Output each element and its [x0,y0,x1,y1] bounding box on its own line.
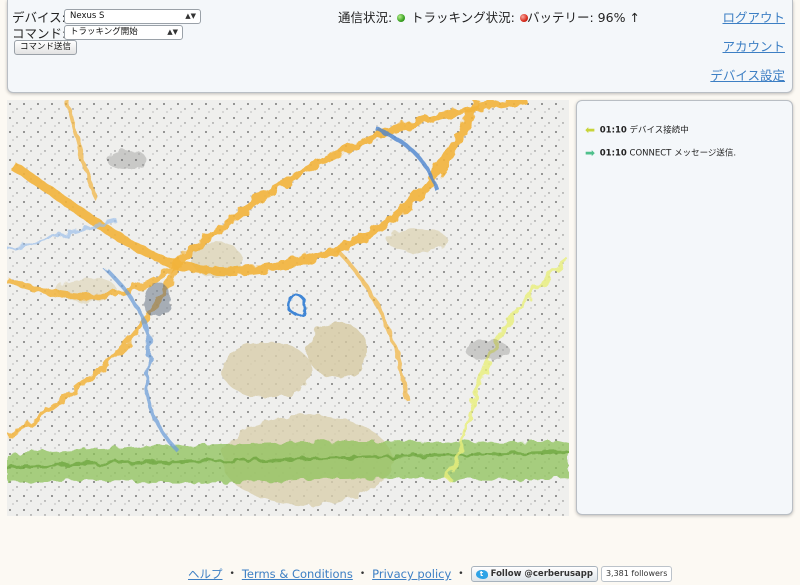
terms-link[interactable]: Terms & Conditions [242,567,353,581]
log-message: CONNECT メッセージ送信. [629,148,737,159]
footer-separator: • [229,569,235,579]
logout-link[interactable]: ログアウト [722,7,785,26]
comm-status: 通信状況: [338,7,406,26]
footer: ヘルプ • Terms & Conditions • Privacy polic… [188,566,673,582]
twitter-follow-label: Follow @cerberusapp [490,569,593,579]
send-command-button[interactable]: コマンド送信 [14,40,78,55]
log-entry: ➡ 01:10 CONNECT メッセージ送信. [585,146,736,160]
map-view[interactable] [7,100,569,516]
arrow-left-icon: ⬅ [585,123,596,137]
battery-arrow-icon: ↑ [629,10,640,25]
command-select[interactable]: トラッキング開始 ▲▼ [64,25,183,40]
tracking-status-label: トラッキング状況: [411,10,515,25]
footer-separator: • [359,569,366,579]
twitter-bird-icon: t [475,569,488,579]
privacy-link[interactable]: Privacy policy [372,567,451,581]
battery-status: バッテリー: 96% ↑ [527,7,640,26]
twitter-follow-button[interactable]: t Follow @cerberusapp [470,566,598,582]
footer-separator: • [458,569,464,579]
control-panel: デバイス: Nexus S ▲▼ コマンド: トラッキング開始 ▲▼ コマンド送… [7,0,793,93]
log-panel: ⬅ 01:10 デバイス接続中 ➡ 01:10 CONNECT メッセージ送信. [576,100,793,515]
comm-status-label: 通信状況: [338,10,393,25]
log-time: 01:10 [599,125,627,136]
followers-count: 3,381 followers [600,566,673,582]
account-link[interactable]: アカウント [722,36,785,55]
chevron-updown-icon: ▲▼ [167,28,178,36]
arrow-right-icon: ➡ [585,146,596,160]
help-link[interactable]: ヘルプ [188,566,223,582]
comm-status-indicator-icon [397,13,406,22]
device-select-value: Nexus S [70,11,105,21]
battery-label: バッテリー: 96% [527,10,626,25]
device-settings-link[interactable]: デバイス設定 [710,65,785,84]
chevron-updown-icon: ▲▼ [185,12,196,20]
map-tiles [7,100,569,516]
command-select-value: トラッキング開始 [70,27,138,37]
log-message: デバイス接続中 [629,125,689,136]
tracking-status: トラッキング状況: [411,7,528,26]
log-entry: ⬅ 01:10 デバイス接続中 [585,123,689,137]
log-time: 01:10 [599,148,627,159]
device-select[interactable]: Nexus S ▲▼ [64,9,201,24]
